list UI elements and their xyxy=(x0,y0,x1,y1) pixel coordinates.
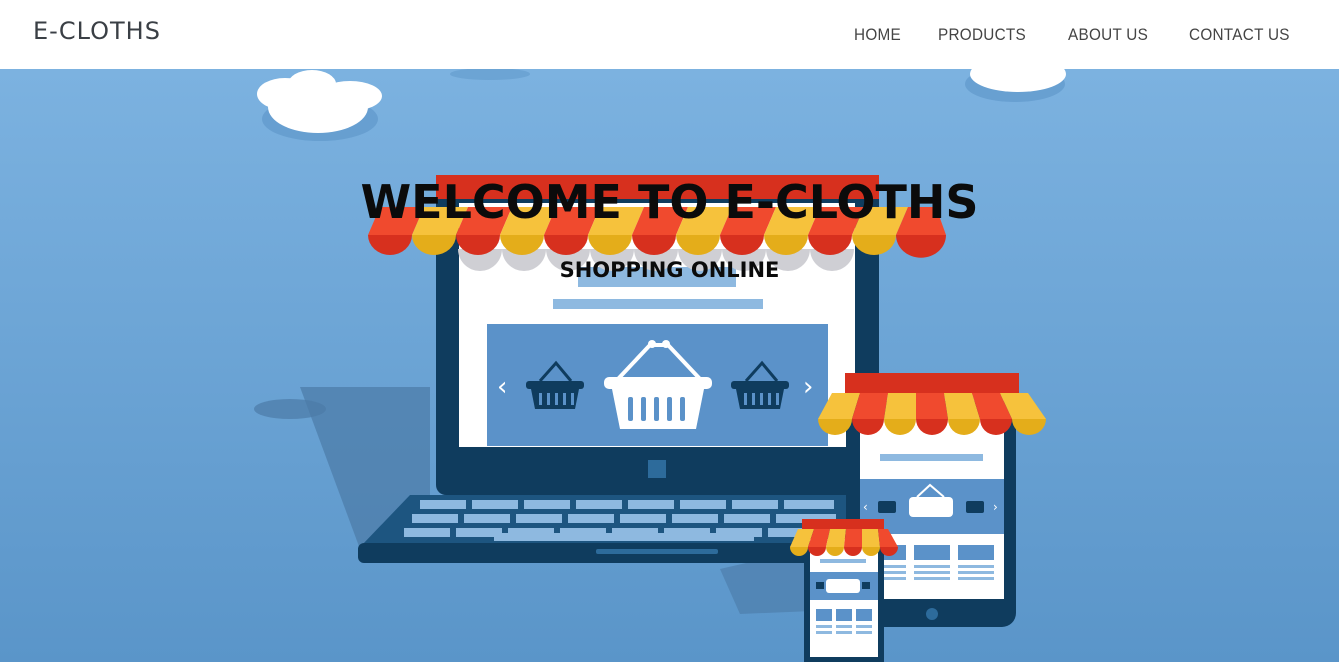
hero-subtitle: SHOPPING ONLINE xyxy=(559,258,780,282)
svg-text:›: › xyxy=(993,500,998,514)
nav-contact-us[interactable]: CONTACT US xyxy=(1189,25,1290,45)
svg-text:‹: ‹ xyxy=(863,500,868,514)
hero-section: ‹ › ‹ › WELCOME TO E-CLOTHS SHOPPING ONL… xyxy=(0,69,1339,662)
brand-logo[interactable]: E-CLOTHS xyxy=(33,17,161,45)
navbar: E-CLOTHS HOME PRODUCTS ABOUT US CONTACT … xyxy=(0,0,1339,69)
svg-text:‹: ‹ xyxy=(497,372,507,402)
nav-products[interactable]: PRODUCTS xyxy=(938,25,1026,45)
phone-illustration xyxy=(790,519,898,662)
hero-illustration: ‹ › ‹ › xyxy=(0,69,1339,662)
nav-links: HOME PRODUCTS ABOUT US CONTACT US xyxy=(854,25,1301,45)
nav-home[interactable]: HOME xyxy=(854,25,901,45)
hero-title: WELCOME TO E-CLOTHS xyxy=(360,175,979,229)
svg-text:›: › xyxy=(803,372,813,402)
nav-about-us[interactable]: ABOUT US xyxy=(1068,25,1148,45)
